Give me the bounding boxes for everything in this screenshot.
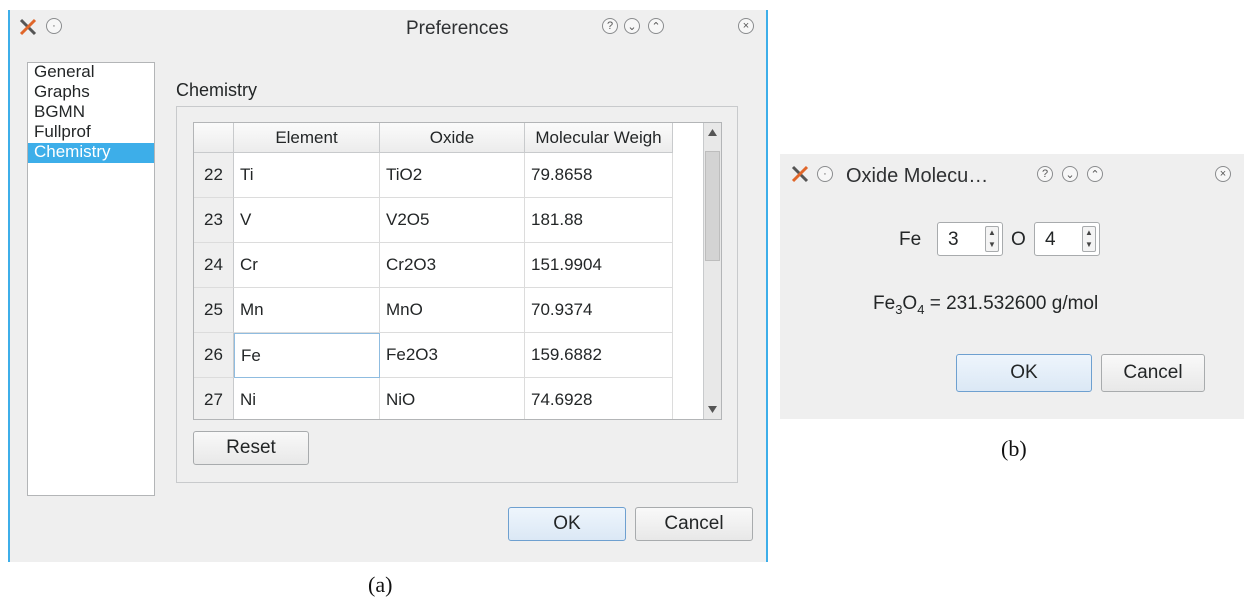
- scroll-down-icon[interactable]: [708, 406, 717, 413]
- cell-element[interactable]: Mn: [234, 288, 380, 333]
- spin-arrows-icon[interactable]: ▲ ▼: [1082, 226, 1096, 252]
- window-menu-icon[interactable]: ·: [46, 18, 62, 34]
- cancel-button[interactable]: Cancel: [635, 507, 753, 541]
- scrollbar-thumb[interactable]: [705, 151, 720, 261]
- group-title: Chemistry: [176, 80, 258, 100]
- help-icon[interactable]: ?: [1037, 166, 1053, 182]
- oxide-table[interactable]: Element Oxide Molecular Weigh 22 Ti TiO2…: [193, 122, 722, 420]
- table-scrollbar[interactable]: [703, 123, 721, 419]
- preferences-titlebar: · Preferences ? ⌄ ⌃ ×: [10, 10, 766, 44]
- oxide-titlebar: · Oxide Molecu… ? ⌄ ⌃ ×: [780, 154, 1244, 188]
- category-item-graphs[interactable]: Graphs: [28, 83, 154, 103]
- oxide-dialog: · Oxide Molecu… ? ⌄ ⌃ × Fe 3 ▲ ▼ O 4 ▲ ▼ F…: [780, 154, 1244, 419]
- cell-oxide[interactable]: V2O5: [380, 198, 525, 243]
- cell-element[interactable]: Ni: [234, 378, 380, 419]
- ok-button[interactable]: OK: [508, 507, 626, 541]
- reset-button[interactable]: Reset: [193, 431, 309, 465]
- caption-a: (a): [368, 572, 393, 597]
- element1-count-spinbox[interactable]: 3 ▲ ▼: [937, 222, 1003, 256]
- window-menu-icon[interactable]: ·: [817, 166, 833, 182]
- category-item-bgmn[interactable]: BGMN: [28, 103, 154, 123]
- molecular-weight-result: Fe3O4 = 231.532600 g/mol: [873, 293, 1098, 317]
- corner-header[interactable]: [194, 123, 234, 153]
- cell-weight[interactable]: 159.6882: [525, 333, 673, 378]
- cell-element[interactable]: Cr: [234, 243, 380, 288]
- minimize-icon[interactable]: ⌄: [624, 18, 640, 34]
- cell-oxide[interactable]: MnO: [380, 288, 525, 333]
- header-element[interactable]: Element: [234, 123, 380, 153]
- minimize-icon[interactable]: ⌄: [1062, 166, 1078, 182]
- category-list[interactable]: General Graphs BGMN Fullprof Chemistry: [27, 62, 155, 496]
- cell-oxide[interactable]: Cr2O3: [380, 243, 525, 288]
- row-number[interactable]: 24: [194, 243, 234, 288]
- app-tools-icon: [791, 165, 809, 183]
- scroll-up-icon[interactable]: [708, 129, 717, 136]
- cancel-button[interactable]: Cancel: [1101, 354, 1205, 392]
- caption-b: (b): [1001, 436, 1027, 461]
- cell-weight[interactable]: 70.9374: [525, 288, 673, 333]
- help-icon[interactable]: ?: [602, 18, 618, 34]
- molecular-weight-value: = 231.532600 g/mol: [924, 293, 1099, 314]
- row-number[interactable]: 25: [194, 288, 234, 333]
- cell-oxide[interactable]: Fe2O3: [380, 333, 525, 378]
- app-tools-icon: [19, 18, 37, 36]
- cell-weight[interactable]: 181.88: [525, 198, 673, 243]
- window-title: Preferences: [406, 18, 509, 39]
- cell-oxide[interactable]: NiO: [380, 378, 525, 419]
- element1-label: Fe: [899, 229, 922, 250]
- formula-element1: Fe: [873, 293, 896, 314]
- close-icon[interactable]: ×: [738, 18, 754, 34]
- cell-element[interactable]: Ti: [234, 153, 380, 198]
- header-oxide[interactable]: Oxide: [380, 123, 525, 153]
- row-number[interactable]: 22: [194, 153, 234, 198]
- cell-element-focused[interactable]: Fe: [234, 333, 380, 378]
- category-item-chemistry[interactable]: Chemistry: [28, 143, 154, 163]
- row-number[interactable]: 23: [194, 198, 234, 243]
- element2-label: O: [1011, 229, 1026, 250]
- maximize-icon[interactable]: ⌃: [648, 18, 664, 34]
- category-item-general[interactable]: General: [28, 63, 154, 83]
- preferences-window: · Preferences ? ⌄ ⌃ × General Graphs BGM…: [8, 10, 768, 562]
- element1-count-value[interactable]: 3: [948, 229, 959, 251]
- dialog-title: Oxide Molecu…: [846, 165, 989, 187]
- maximize-icon[interactable]: ⌃: [1087, 166, 1103, 182]
- element2-count-spinbox[interactable]: 4 ▲ ▼: [1034, 222, 1100, 256]
- cell-weight[interactable]: 74.6928: [525, 378, 673, 419]
- close-icon[interactable]: ×: [1215, 166, 1231, 182]
- category-item-fullprof[interactable]: Fullprof: [28, 123, 154, 143]
- row-number[interactable]: 26: [194, 333, 234, 378]
- ok-button[interactable]: OK: [956, 354, 1092, 392]
- cell-weight[interactable]: 79.8658: [525, 153, 673, 198]
- element2-count-value[interactable]: 4: [1045, 229, 1056, 251]
- row-number[interactable]: 27: [194, 378, 234, 419]
- header-molecular-weight[interactable]: Molecular Weigh: [525, 123, 673, 153]
- cell-element[interactable]: V: [234, 198, 380, 243]
- cell-oxide[interactable]: TiO2: [380, 153, 525, 198]
- spin-arrows-icon[interactable]: ▲ ▼: [985, 226, 999, 252]
- cell-weight[interactable]: 151.9904: [525, 243, 673, 288]
- formula-element2: O: [902, 293, 918, 314]
